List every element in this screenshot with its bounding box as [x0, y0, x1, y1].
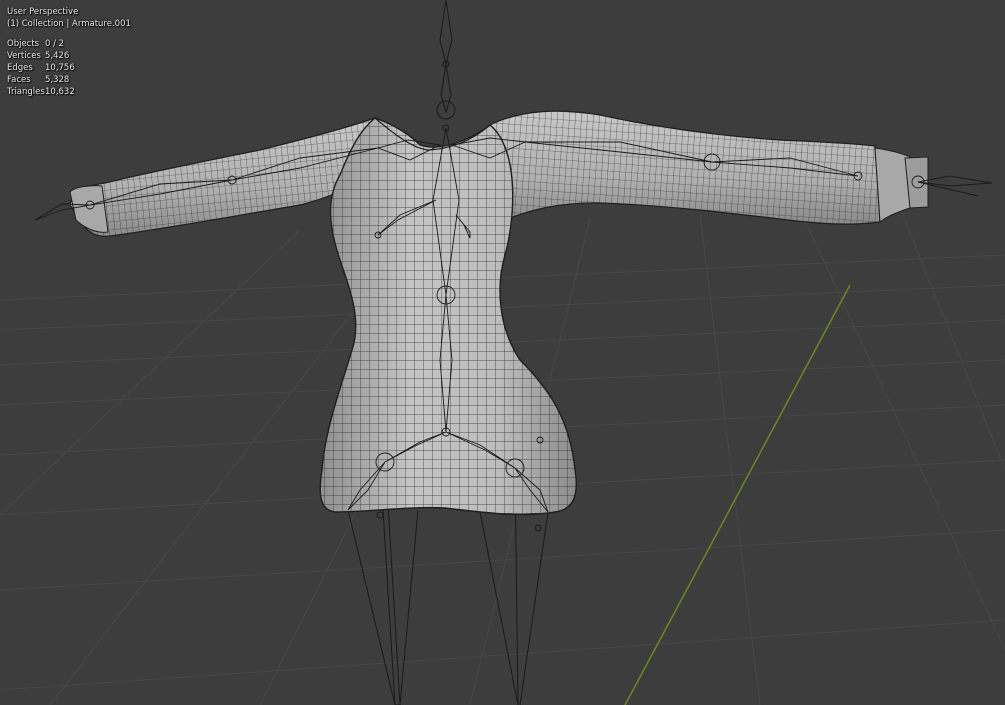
stat-objects: Objects 0 / 2 [7, 39, 65, 49]
stat-edges: Edges 10,756 [7, 63, 75, 73]
right-sleeve [489, 110, 929, 225]
view-name: User Perspective [7, 7, 79, 17]
stat-triangles: Triangles 10,632 [7, 87, 75, 97]
y-axis-line [624, 284, 851, 705]
viewport-info-overlay: User Perspective (1) Collection | Armatu… [7, 6, 131, 98]
context-label: (1) Collection | Armature.001 [7, 19, 131, 29]
viewport-scene[interactable] [0, 0, 1005, 705]
3d-viewport[interactable]: User Perspective (1) Collection | Armatu… [0, 0, 1005, 705]
scene-statistics: Objects 0 / 2 Vertices 5,426 Edges 10,75… [7, 38, 131, 98]
stat-faces: Faces 5,328 [7, 75, 70, 85]
stat-vertices: Vertices 5,426 [7, 51, 70, 61]
armature-neck [436, 0, 456, 120]
